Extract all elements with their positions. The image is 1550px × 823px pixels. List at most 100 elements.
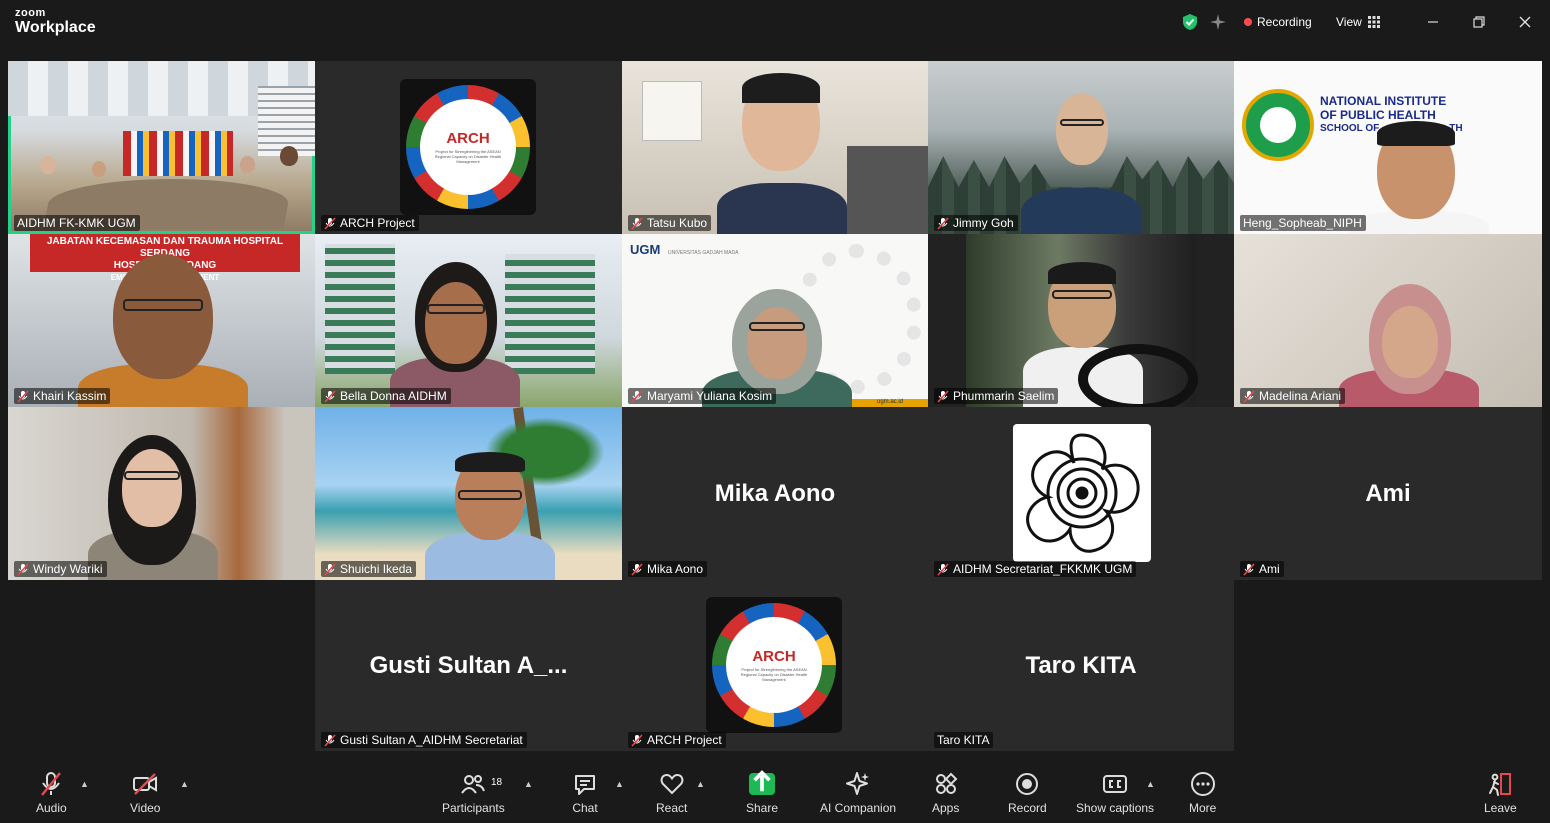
video-tile-aidhm-fkkmk-ugm[interactable]: AIDHM FK-KMK UGM [8,61,315,234]
participant-display-name: Taro KITA [1025,651,1137,679]
wall-papers [642,81,702,141]
muted-mic-icon [1243,389,1255,403]
arch-logo-text: ARCH [752,648,796,665]
muted-mic-icon [324,733,336,747]
muted-mic-icon [324,562,336,576]
recording-label: Recording [1257,15,1312,29]
video-tile-heng-sopheab-niph[interactable]: NATIONAL INSTITUTE OF PUBLIC HEALTH SCHO… [1234,61,1542,234]
participant-name: Maryami Yuliana Kosim [628,388,777,404]
video-tile-gusti-sultan[interactable]: Gusti Sultan A_... Gusti Sultan A_AIDHM … [315,580,622,751]
chat-button[interactable]: Chat [572,771,598,815]
apps-label: Apps [932,801,960,815]
video-tile-shuichi-ikeda[interactable]: Shuichi Ikeda [315,407,622,580]
chat-label: Chat [572,801,598,815]
video-tile-phummarin-saelim[interactable]: Phummarin Saelim [928,234,1234,407]
brand-bottom: Workplace [15,19,96,36]
participant-name: Khairi Kassim [14,388,111,404]
office-chair [847,146,928,234]
recording-indicator[interactable]: Recording [1244,10,1312,34]
sparkle-icon[interactable] [1210,10,1226,34]
video-tile-madelina-ariani[interactable]: Madelina Ariani [1234,234,1542,407]
leave-icon [1489,773,1512,796]
building-right [505,254,595,374]
chat-icon [575,775,595,795]
share-button[interactable]: Share [746,770,778,815]
participant-display-name: Ami [1365,479,1411,507]
participant-name: AIDHM FK-KMK UGM [14,215,140,231]
record-label: Record [1008,801,1047,815]
chat-options-chevron-icon[interactable]: ▲ [615,779,624,789]
video-label: Video [130,801,161,815]
restore-icon[interactable] [1467,10,1491,34]
participant-name: ARCH Project [321,215,419,231]
view-label: View [1336,15,1362,29]
arch-logo-text: ARCH [446,130,490,147]
security-shield-icon[interactable] [1182,10,1198,34]
participant-name: Ami [1240,561,1284,577]
muted-mic-icon [937,562,949,576]
participant-name: ARCH Project [628,732,726,748]
video-tile-tatsu-kubo[interactable]: Tatsu Kubo [622,61,928,234]
video-tile-arch-project[interactable]: ARCH Project for Strengthening the ASEAN … [315,61,622,234]
video-options-chevron-icon[interactable]: ▲ [180,779,189,789]
steering-wheel [1078,344,1198,407]
asean-flags [123,131,233,176]
muted-mic-icon [17,389,29,403]
video-tile-arch-project-2[interactable]: ARCH Project for Strengthening the ASEAN … [622,580,928,751]
ugm-brand: UGM UNIVERSITAS GADJAH MADA [630,242,739,257]
audio-options-chevron-icon[interactable]: ▲ [80,779,89,789]
video-tile-ami[interactable]: Ami Ami [1234,407,1542,580]
ai-companion-button[interactable]: AI Companion [820,771,896,815]
video-tile-khairi-kassim[interactable]: JABATAN KECEMASAN DAN TRAUMA HOSPITAL SE… [8,234,315,407]
view-button[interactable]: View [1336,10,1380,34]
muted-mic-icon [631,216,643,230]
video-tile-mika-aono[interactable]: Mika Aono Mika Aono [622,407,928,580]
show-captions-button[interactable]: Show captions [1076,771,1154,815]
ai-companion-label: AI Companion [820,801,897,815]
more-button[interactable]: More [1189,771,1216,815]
muted-mic-icon [937,216,949,230]
react-label: React [656,801,688,815]
brand-top: zoom [15,7,46,19]
video-tile-taro-kita[interactable]: Taro KITA Taro KITA [928,580,1234,751]
participant-name: Mika Aono [628,561,708,577]
muted-mic-icon [17,562,29,576]
react-options-chevron-icon[interactable]: ▲ [696,779,705,789]
participant-name: Madelina Ariani [1240,388,1346,404]
muted-mic-icon [631,733,643,747]
building-left [325,244,395,374]
video-button[interactable]: Video [130,771,160,815]
participants-options-chevron-icon[interactable]: ▲ [524,779,533,789]
leave-button[interactable]: Leave [1484,771,1517,815]
muted-mic-icon [324,389,336,403]
video-tile-maryami-yuliana-kosim[interactable]: UGM UNIVERSITAS GADJAH MADA ugm.ac.id Ma… [622,234,928,407]
arch-logo-subtitle: Project for Strengthening the ASEAN Regi… [740,667,808,682]
participant-name: Gusti Sultan A_AIDHM Secretariat [321,732,527,748]
video-tile-windy-wariki[interactable]: Windy Wariki [8,407,315,580]
video-tile-aidhm-secretariat-fkkmk-ugm[interactable]: AIDHM Secretariat_FKKMK UGM [928,407,1234,580]
ugm-url: ugm.ac.id [852,399,928,407]
video-off-icon [133,773,158,795]
arch-logo: ARCH Project for Strengthening the ASEAN … [400,79,536,215]
heart-icon [660,773,684,795]
muted-mic-icon [1243,562,1255,576]
video-tile-jimmy-goh[interactable]: Jimmy Goh [928,61,1234,234]
ai-sparkle-icon [846,772,870,795]
muted-mic-icon [631,389,643,403]
participants-icon [461,775,486,794]
record-button[interactable]: Record [1008,771,1047,815]
captions-options-chevron-icon[interactable]: ▲ [1146,779,1155,789]
audio-label: Audio [36,801,67,815]
video-tile-bella-donna-aidhm[interactable]: Bella Donna AIDHM [315,234,622,407]
apps-button[interactable]: Apps [932,771,959,815]
close-icon[interactable] [1513,10,1537,34]
react-button[interactable]: React [656,771,687,815]
recording-dot-icon [1244,18,1252,26]
participant-name: Jimmy Goh [934,215,1018,231]
participant-display-name: Gusti Sultan A_... [369,651,568,679]
minimize-icon[interactable] [1421,10,1445,34]
audio-button[interactable]: Audio [36,771,67,815]
app-logo: zoom Workplace [15,8,96,36]
record-icon [1016,773,1039,795]
participants-label: Participants [442,801,505,815]
